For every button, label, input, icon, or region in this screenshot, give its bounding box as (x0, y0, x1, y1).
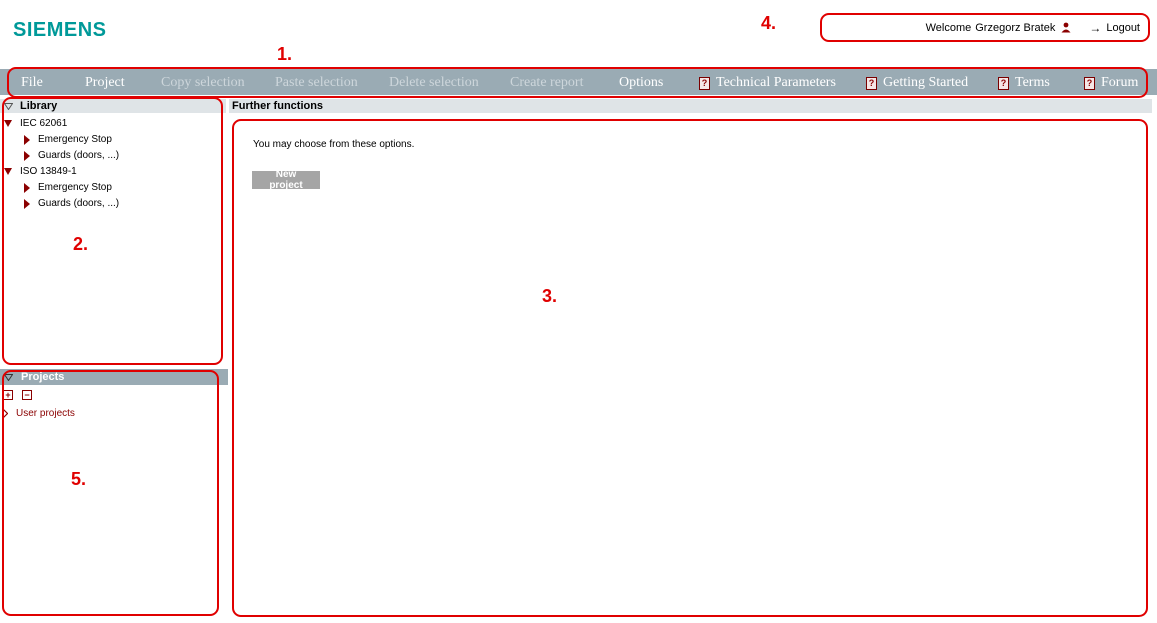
annotation-1: 1. (277, 44, 293, 64)
annotation-box-2 (2, 97, 223, 365)
siemens-logo: SIEMENS (13, 19, 107, 41)
annotation-4: 4. (761, 13, 777, 33)
main-panel-header: Further functions (229, 99, 1152, 113)
annotation-box-5 (2, 370, 219, 616)
annotation-box-1 (7, 67, 1148, 98)
annotation-5: 5. (71, 469, 87, 489)
annotation-box-4 (820, 13, 1150, 42)
main-title: Further functions (232, 100, 324, 112)
annotation-2: 2. (73, 234, 89, 254)
annotation-box-3 (232, 119, 1148, 617)
annotation-3: 3. (542, 286, 558, 306)
